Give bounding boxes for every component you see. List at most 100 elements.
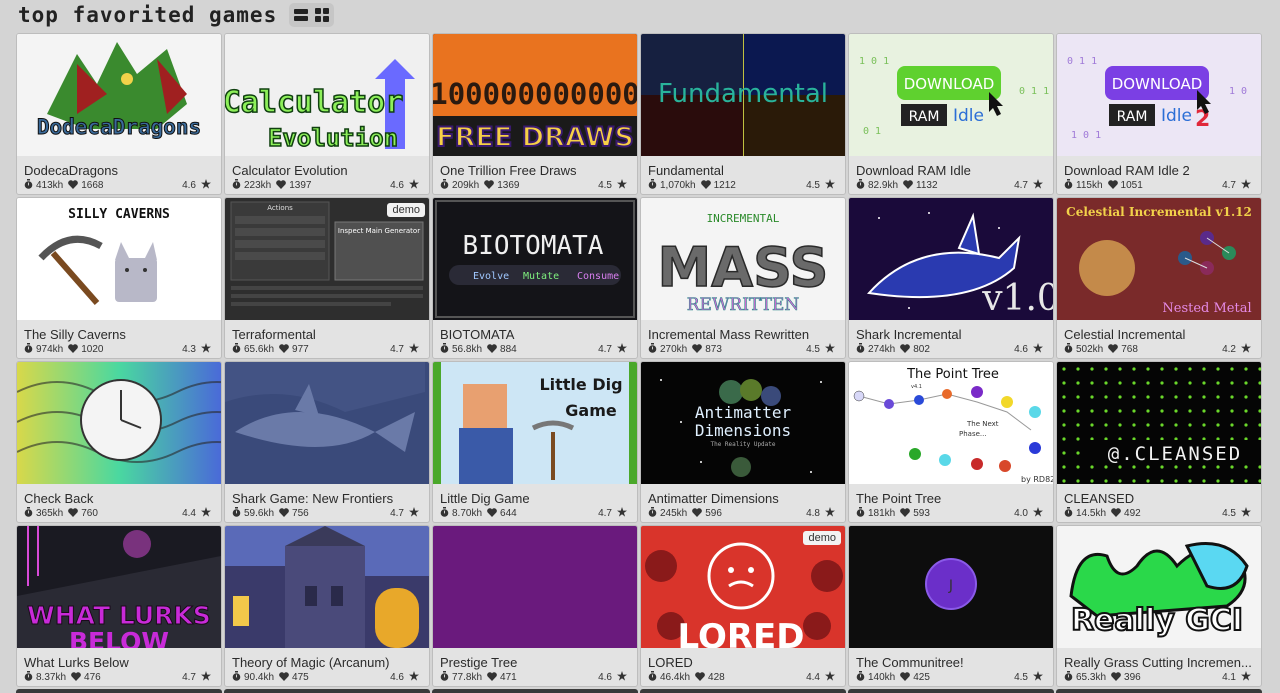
- favorite-count: 428: [708, 672, 725, 683]
- rating-value: 4.7: [182, 672, 196, 683]
- game-card-what-lurks-below[interactable]: WHAT LURKS BELOW What Lurks Below 8.37kh…: [16, 525, 222, 687]
- game-card-celestial-incremental[interactable]: Celestial Incremental v1.12 Nested Metal…: [1056, 197, 1262, 359]
- star-icon: [825, 671, 835, 684]
- heart-icon: [276, 179, 287, 192]
- heart-icon: [1111, 507, 1121, 520]
- play-time: 1,070kh: [660, 180, 696, 191]
- play-time: 115kh: [1076, 180, 1103, 191]
- game-title: Antimatter Dimensions: [648, 491, 779, 506]
- game-stats: 140kh 425 4.5: [856, 671, 1046, 684]
- favorite-count: 873: [705, 344, 722, 355]
- game-card-check-back[interactable]: Check Back 365kh 760 4.4: [16, 361, 222, 523]
- page-title: top favorited games: [18, 3, 278, 27]
- stopwatch-icon: [1064, 343, 1073, 356]
- game-card-peek[interactable]: [848, 689, 1054, 693]
- game-card-peek[interactable]: [1056, 689, 1262, 693]
- star-icon: [617, 179, 627, 192]
- game-card-fundamental[interactable]: Fundamental Fundamental 1,070kh 1212 4.5: [640, 33, 846, 195]
- stopwatch-icon: [648, 671, 657, 684]
- play-time: 82.9kh: [868, 180, 899, 191]
- play-time: 46.4kh: [660, 672, 691, 683]
- game-title: Shark Incremental: [856, 327, 962, 342]
- game-card-one-trillion-free-draws[interactable]: 100000000000 FREE DRAWS One Trillion Fre…: [432, 33, 638, 195]
- thumb-label: v4.1: [911, 384, 922, 390]
- rating-value: 4.7: [1014, 180, 1028, 191]
- star-icon: [1241, 343, 1251, 356]
- game-thumbnail: Antimatter Dimensions The Reality Update: [641, 362, 845, 484]
- grid-view-button[interactable]: [313, 6, 331, 24]
- thumb-title: Calculator: [225, 85, 403, 120]
- game-stats: 413kh 1668 4.6: [24, 179, 214, 192]
- game-card-really-grass-cutting-incremental[interactable]: Really GCI Really Grass Cutting Incremen…: [1056, 525, 1262, 687]
- game-card-theory-of-magic[interactable]: Theory of Magic (Arcanum) 90.4kh 475 4.6: [224, 525, 430, 687]
- game-title: LORED: [648, 655, 693, 670]
- play-time: 56.8kh: [452, 344, 483, 355]
- game-card-peek[interactable]: [224, 689, 430, 693]
- game-card-terraformental[interactable]: Actions Inspect Main Generator demo Terr…: [224, 197, 430, 359]
- game-card-cleansed[interactable]: @.CLEANSED CLEANSED 14.5kh 492 4.5: [1056, 361, 1262, 523]
- game-card-download-ram-idle[interactable]: 1 0 1 0 1 1 0 1 DOWNLOAD RAM Idle Downlo…: [848, 33, 1054, 195]
- game-title: Prestige Tree: [440, 655, 518, 670]
- game-card-dodecadragons[interactable]: DodecaDragons DodecaDragons 413kh 1668 4…: [16, 33, 222, 195]
- heart-icon: [700, 179, 711, 192]
- star-icon: [825, 343, 835, 356]
- favorite-count: 1668: [81, 180, 104, 191]
- thumb-label: The Next: [966, 420, 999, 428]
- heart-icon: [484, 179, 495, 192]
- thumb-subtitle: BELOW: [69, 627, 169, 648]
- star-icon: [409, 343, 419, 356]
- play-time: 140kh: [868, 672, 896, 683]
- game-title: Download RAM Idle 2: [1064, 163, 1190, 178]
- game-thumbnail: Little Dig Game: [433, 362, 637, 484]
- rating-value: 4.7: [390, 344, 404, 355]
- list-view-button[interactable]: [292, 6, 310, 24]
- thumb-subtitle: Evolution: [268, 124, 398, 152]
- stopwatch-icon: [232, 179, 241, 192]
- stopwatch-icon: [856, 671, 865, 684]
- heart-icon: [279, 343, 289, 356]
- game-card-peek[interactable]: [16, 689, 222, 693]
- play-time: 65.3kh: [1076, 672, 1107, 683]
- game-card-the-communitree[interactable]: J The Communitree! 140kh 425 4.5: [848, 525, 1054, 687]
- heart-icon: [692, 507, 703, 520]
- game-card-little-dig-game[interactable]: Little Dig Game Little Dig Game 8.70kh 6…: [432, 361, 638, 523]
- star-icon: [409, 179, 419, 192]
- thumb-label: Consume: [577, 271, 619, 282]
- play-time: 974kh: [36, 344, 64, 355]
- game-thumbnail: [17, 362, 221, 484]
- rating-value: 4.4: [182, 508, 196, 519]
- game-stats: 8.70kh 644 4.7: [440, 507, 630, 520]
- game-thumbnail: 100000000000 FREE DRAWS: [433, 34, 637, 156]
- game-card-peek[interactable]: [432, 689, 638, 693]
- game-card-lored[interactable]: LORED demo LORED 46.4kh 428 4.4: [640, 525, 846, 687]
- game-stats: 65.3kh 396 4.1: [1064, 671, 1254, 684]
- game-card-peek[interactable]: [640, 689, 846, 693]
- game-card-antimatter-dimensions[interactable]: Antimatter Dimensions The Reality Update…: [640, 361, 846, 523]
- favorite-count: 1369: [497, 180, 520, 191]
- stopwatch-icon: [232, 343, 241, 356]
- thumb-subtitle: Nested Metal: [1162, 301, 1251, 316]
- game-card-shark-incremental[interactable]: v1.0 Shark Incremental 274kh 802 4.6: [848, 197, 1054, 359]
- stopwatch-icon: [648, 507, 657, 520]
- game-card-calculator-evolution[interactable]: Calculator Evolution Calculator Evolutio…: [224, 33, 430, 195]
- game-card-biotomata[interactable]: BIOTOMATA Evolve Mutate Consume BIOTOMAT…: [432, 197, 638, 359]
- game-card-prestige-tree[interactable]: Prestige Tree 77.8kh 471 4.6: [432, 525, 638, 687]
- rating-value: 4.3: [182, 344, 196, 355]
- favorite-count: 756: [292, 508, 309, 519]
- game-card-download-ram-idle-2[interactable]: 0 1 1 1 0 1 0 1 DOWNLOAD RAM Idle 2 Down…: [1056, 33, 1262, 195]
- game-stats: 274kh 802 4.6: [856, 343, 1046, 356]
- game-stats: 223kh 1397 4.6: [232, 179, 422, 192]
- heart-icon: [900, 671, 911, 684]
- game-title: Theory of Magic (Arcanum): [232, 655, 390, 670]
- thumb-title: BIOTOMATA: [463, 231, 604, 261]
- game-card-shark-game-new-frontiers[interactable]: Shark Game: New Frontiers 59.6kh 756 4.7: [224, 361, 430, 523]
- game-card-incremental-mass-rewritten[interactable]: INCREMENTAL MASS REWRITTEN Incremental M…: [640, 197, 846, 359]
- thumb-subtitle: Game: [565, 401, 617, 420]
- game-title: The Communitree!: [856, 655, 964, 670]
- next-row-peek: [16, 689, 1262, 693]
- game-card-the-silly-caverns[interactable]: SILLY CAVERNS The Silly Caverns 974kh 10…: [16, 197, 222, 359]
- thumb-label: RAM: [909, 109, 940, 125]
- stopwatch-icon: [648, 343, 657, 356]
- game-card-the-point-tree[interactable]: The Point Tree v4.1 The Next Phase... by…: [848, 361, 1054, 523]
- svg-text:1 0 1: 1 0 1: [1071, 130, 1101, 141]
